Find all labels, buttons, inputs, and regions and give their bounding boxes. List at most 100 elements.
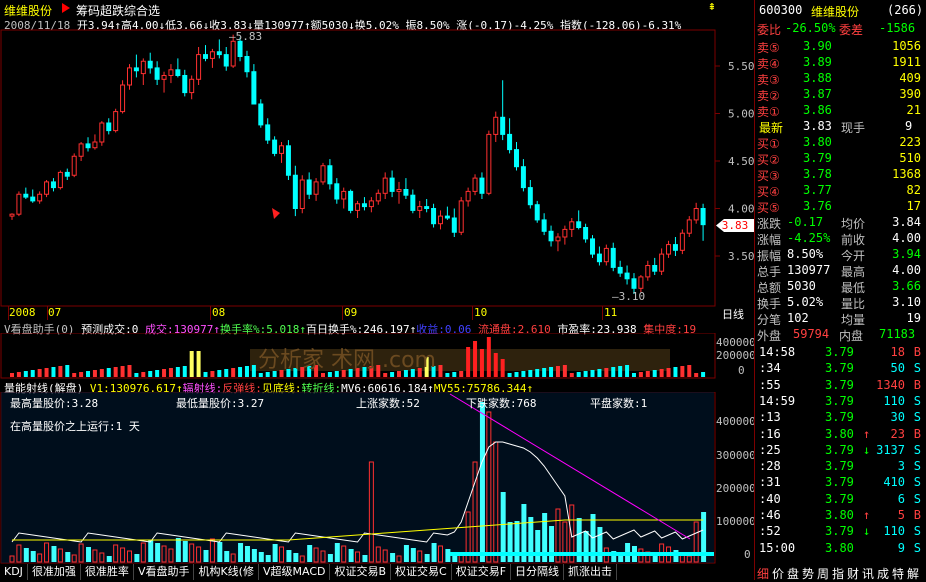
date-label-year: 2008 — [9, 306, 36, 319]
tick-side: B — [913, 377, 921, 392]
candle-body — [444, 215, 450, 219]
candlestick-chart[interactable]: 5.50 5.00 4.50 4.00 3.50 — [0, 0, 754, 320]
vol-bar — [65, 365, 70, 377]
tick-row: 14:59 3.79 110 S — [755, 393, 925, 409]
indicator-tab[interactable]: 权证交易C — [391, 564, 452, 580]
vol-bar — [673, 367, 678, 377]
quote-tab[interactable]: 财 — [847, 565, 859, 582]
quote-header: 600300 维维股份 (266) — [755, 2, 925, 19]
tick-row: :31 3.79 410 S — [755, 474, 925, 490]
sell-row[interactable]: 卖① 3.86 21 — [755, 102, 925, 119]
candle-body — [203, 54, 209, 59]
stock-code[interactable]: 600300 — [759, 3, 802, 17]
indicator-tab[interactable]: 抓涨出击 — [564, 564, 618, 580]
quote-tab[interactable]: 特 — [892, 565, 904, 582]
candle-body — [396, 189, 402, 192]
stock-name-panel: 维维股份 — [811, 5, 860, 19]
candle-body — [175, 69, 181, 77]
indicator-tab[interactable]: KDJ — [0, 564, 28, 580]
quote-tab[interactable]: 势 — [802, 565, 814, 582]
candle-body — [555, 236, 561, 242]
book-volume: 17 — [906, 199, 921, 213]
tick-volume: 110 — [883, 393, 905, 408]
lower-vol-bar — [155, 543, 161, 562]
tick-field: 3.80 — [825, 540, 854, 555]
candle-body — [154, 67, 160, 80]
candle-body — [306, 179, 312, 195]
book-volume: 21 — [906, 103, 921, 117]
candle-body — [292, 174, 298, 209]
indicator-tab[interactable]: 很准加强 — [28, 564, 81, 580]
buy-row[interactable]: 买③ 3.78 1368 — [755, 166, 925, 183]
vol-bar — [10, 373, 14, 377]
candle-body — [16, 193, 22, 215]
main-chart-frame — [0, 29, 716, 307]
candle-body — [672, 244, 678, 251]
vol-bar — [113, 367, 118, 377]
buy-row[interactable]: 买④ 3.77 82 — [755, 182, 925, 199]
buy-row[interactable]: 买① 3.80 223 — [755, 134, 925, 151]
quote-tab[interactable]: 成 — [877, 565, 889, 582]
stat-value: 3.94 — [892, 247, 921, 261]
vol-bar — [99, 369, 104, 377]
quote-tab[interactable]: 价 — [772, 565, 784, 582]
webi-label: 委比 — [757, 23, 782, 37]
weicha-value: -1586 — [879, 21, 916, 35]
tick-field: 14:59 — [759, 393, 796, 408]
vol-bar — [72, 373, 77, 377]
scroll-up-icon[interactable]: ⇞ — [708, 0, 724, 14]
tick-side: S — [913, 442, 921, 457]
candle-body — [299, 179, 305, 209]
tick-field: 3.80 — [825, 426, 854, 441]
webi-value: -26.50% — [785, 21, 836, 35]
candle-body — [126, 67, 132, 86]
low-tick-0: 0 — [744, 548, 751, 561]
indicator-tab[interactable]: V超级MACD — [259, 564, 331, 580]
vol-bar — [30, 370, 35, 377]
sell-row[interactable]: 卖③ 3.88 409 — [755, 70, 925, 87]
candle-body — [590, 238, 596, 255]
book-price: 3.89 — [803, 55, 832, 69]
tick-row: :52 3.79 ↓ 110 S — [755, 523, 925, 539]
tick-side: S — [913, 361, 921, 376]
buy-row[interactable]: 买⑤ 3.76 17 — [755, 198, 925, 215]
candle-body — [258, 103, 264, 126]
sell-row[interactable]: 卖② 3.87 390 — [755, 86, 925, 103]
buy-row[interactable]: 买② 3.79 510 — [755, 150, 925, 167]
tick-volume: 410 — [883, 475, 905, 490]
indicator-tab[interactable]: 很准胜率 — [81, 564, 134, 580]
indicator-tab[interactable]: V看盘助手 — [134, 564, 195, 580]
quote-tab[interactable]: 指 — [832, 565, 844, 582]
sell-row[interactable]: 卖⑤ 3.90 1056 — [755, 38, 925, 55]
candle-body — [686, 219, 692, 234]
vol-bar — [148, 371, 153, 377]
indicator-tab[interactable]: 权证交易B — [330, 564, 392, 580]
vol-bar — [604, 368, 609, 377]
quote-tab[interactable]: 细 — [757, 565, 769, 582]
candles — [9, 34, 706, 294]
stat-value: -4.25% — [787, 231, 831, 245]
candle-body — [382, 177, 388, 194]
quote-tab[interactable]: 周 — [817, 565, 829, 582]
quote-tab[interactable]: 盘 — [787, 565, 799, 582]
indicator-tab[interactable]: 日分隔线 — [511, 564, 565, 580]
indicator-tab[interactable]: 机构K线(修 — [194, 564, 259, 580]
tick-field: 3.79 — [825, 393, 854, 408]
sell-row[interactable]: 卖④ 3.89 1911 — [755, 54, 925, 71]
candle-body — [638, 276, 644, 289]
daily-tag[interactable]: 日线 — [722, 306, 744, 322]
stat-row: 振幅 8.50% 今开 3.94 — [755, 246, 925, 263]
indicator-tab[interactable]: 权证交易F — [452, 564, 512, 580]
candle-body — [64, 171, 70, 177]
candle-body — [50, 181, 56, 189]
volume-helper-chart[interactable]: 分析家 术网 .com — [0, 333, 754, 379]
lower-vol-bar — [348, 549, 354, 562]
date-label-09: 09 — [344, 306, 358, 319]
lower-vol-bar — [251, 549, 257, 562]
lower-vol-bar — [424, 554, 430, 562]
stat-value: 102 — [787, 311, 809, 325]
quote-tab[interactable]: 解 — [907, 565, 919, 582]
vol-bar — [590, 370, 595, 377]
candle-body — [168, 69, 174, 77]
quote-tab[interactable]: 讯 — [862, 565, 874, 582]
